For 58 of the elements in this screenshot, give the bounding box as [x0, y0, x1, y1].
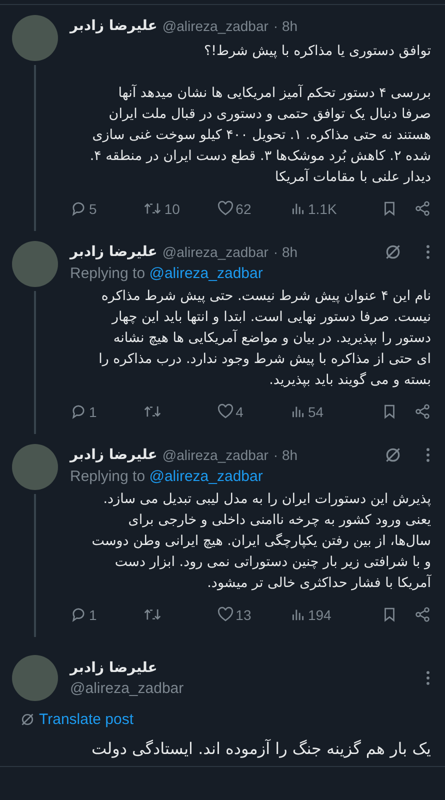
- post-text-line: یک بار هم گزینه جنگ را آزموده اند. ایستادگی دولت: [90, 738, 431, 760]
- more-options-icon[interactable]: [425, 243, 431, 261]
- slashed-circle-icon: [20, 712, 35, 727]
- replying-to-label: Replying to: [70, 265, 146, 282]
- replying-to-link[interactable]: @alireza_zadbar: [149, 468, 263, 485]
- author-handle[interactable]: @alireza_zadbar: [70, 680, 184, 696]
- author-handle[interactable]: @alireza_zadbar: [162, 18, 268, 34]
- post-text-line: بسته و می گویند باید بپذیرید.: [268, 371, 431, 390]
- author-name[interactable]: علیرضا زادبر: [70, 18, 158, 34]
- post-text-line: دیدار علنی با مقامات آمریکا: [274, 168, 431, 187]
- post-text-line: و با شرافتی زیر بار چنین دستوراتی نمی رود. ابزار دست: [114, 553, 431, 572]
- heart-icon: [216, 200, 234, 217]
- heart-icon: [216, 606, 234, 623]
- reply-button[interactable]: 1: [70, 606, 140, 623]
- like-button[interactable]: 13: [216, 606, 287, 623]
- post-text-line: نام این ۴ عنوان پیش شرط نیست. حتی پیش شرط مذاکره: [100, 287, 431, 306]
- post-text-line: یعنی ورود کشور به چرخه ناامنی داخلی و خارجی برای: [127, 511, 431, 530]
- more-options-icon[interactable]: [425, 446, 431, 464]
- post-time: · 8h: [273, 447, 298, 463]
- post-text-line: نیست. صرفا دستور نهایی است. ابتدا و انتها باید این چهار: [110, 308, 431, 327]
- like-button[interactable]: 62: [216, 200, 287, 217]
- share-icon[interactable]: [414, 606, 431, 623]
- post-text-line: پذیرش این دستورات ایران را به مدل لیبی تبدیل می سازد.: [102, 490, 431, 509]
- author-handle[interactable]: @alireza_zadbar: [162, 244, 268, 260]
- post-text-line: شده ۲. کاهش بُرد موشک‌ها ۳. قطع دست ایران در منطقه ۴.: [88, 147, 431, 166]
- post-text-line: توافق دستوری یا مذاکره با پیش شرط!؟: [202, 42, 431, 61]
- post-time: · 8h: [273, 244, 298, 260]
- share-icon[interactable]: [414, 403, 431, 420]
- post-time: · 8h: [273, 18, 298, 34]
- translate-post-link[interactable]: Translate post: [39, 711, 134, 728]
- views-button[interactable]: 1.1K: [290, 200, 360, 217]
- post-text-line: صرفا دنبال یک توافق حتمی و دستوری در قبال ملت ایران: [108, 105, 431, 124]
- more-options-icon[interactable]: [425, 669, 431, 687]
- views-button[interactable]: 54: [290, 403, 360, 420]
- post-text-line: آمریکا با فشار حداکثری خالی تر میشود.: [206, 574, 431, 593]
- author-handle[interactable]: @alireza_zadbar: [162, 447, 268, 463]
- views-button[interactable]: 194: [290, 606, 360, 623]
- reply-icon: [70, 200, 87, 217]
- post-text-line: بررسی ۴ دستور تحکم آمیز امریکایی ها نشان میدهد آنها: [117, 84, 431, 103]
- author-name[interactable]: علیرضا زادبر: [70, 447, 158, 463]
- share-icon[interactable]: [414, 200, 431, 217]
- repost-button[interactable]: 10: [143, 200, 214, 217]
- slashed-circle-icon[interactable]: [384, 243, 402, 261]
- heart-icon: [216, 403, 234, 420]
- reply-icon: [70, 403, 87, 420]
- post-text-line: دستور را بپذیرید. در بیان و مواضع آمریکایی ها هیچ نشانه: [112, 328, 431, 348]
- reply-icon: [70, 606, 87, 623]
- post-text-line: هستند نه حتی مذاکره. ۱. تحویل ۴۰۰ کیلو سوخت غنی سازی: [91, 126, 431, 145]
- reply-button[interactable]: 5: [70, 200, 140, 217]
- reply-button[interactable]: 1: [70, 403, 140, 420]
- post-text-line: ای حتی از مذاکره با پیش شرط وجود ندارد. درب مذاکره را: [98, 350, 431, 369]
- author-name[interactable]: علیرضا زادبر: [70, 244, 158, 260]
- replying-to-label: Replying to: [70, 468, 146, 485]
- replying-to-link[interactable]: @alireza_zadbar: [149, 265, 263, 282]
- slashed-circle-icon[interactable]: [384, 446, 402, 464]
- author-name[interactable]: علیرضا زادبر: [70, 660, 184, 676]
- like-button[interactable]: 4: [216, 403, 287, 420]
- post-text-line: سال‌ها، از بین رفتن یکپارچگی ایران. هیچ ایرانی وطن دوست: [90, 532, 431, 551]
